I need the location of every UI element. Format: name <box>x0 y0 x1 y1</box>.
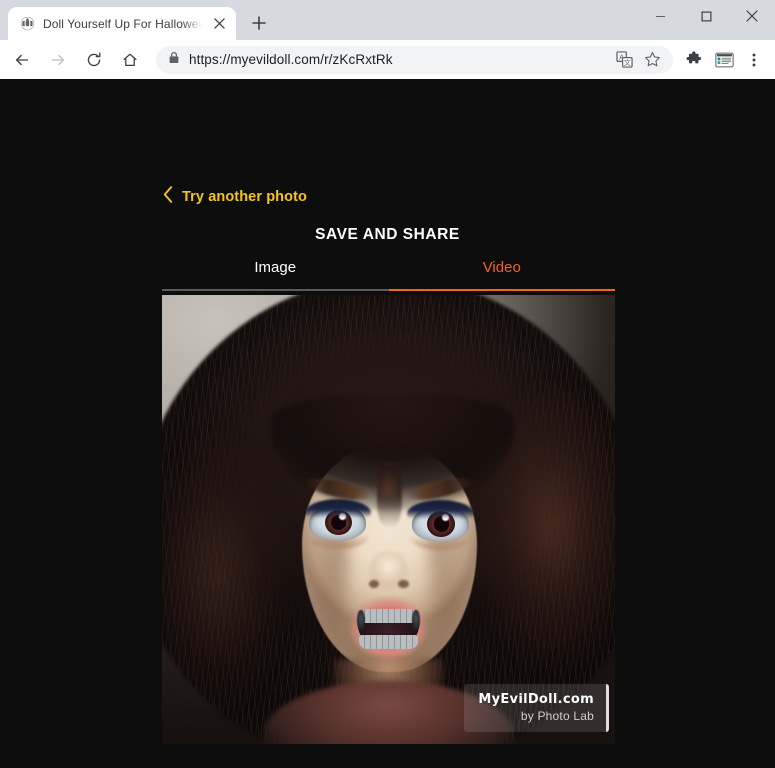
address-bar-url[interactable]: https://myevildoll.com/r/zKcRxtRk <box>189 52 393 67</box>
tab-title: Doll Yourself Up For Halloween <box>43 16 202 31</box>
watermark: MyEvilDoll.com by Photo Lab <box>464 684 609 732</box>
nostril-right <box>398 579 410 588</box>
home-icon[interactable] <box>115 45 145 75</box>
fang-upper-left <box>357 610 365 630</box>
brow-crease <box>370 465 407 511</box>
translate-icon[interactable]: A 文 <box>611 47 637 73</box>
result-media[interactable]: MyEvilDoll.com by Photo Lab <box>162 295 615 744</box>
teeth-lower <box>358 634 418 650</box>
tab-video[interactable]: Video <box>388 259 616 291</box>
window-controls <box>637 0 775 40</box>
watermark-subtitle: by Photo Lab <box>520 709 594 723</box>
profile-list-icon[interactable] <box>710 46 738 74</box>
address-bar-actions: A 文 <box>611 47 665 73</box>
three-dot-menu-icon[interactable] <box>740 46 768 74</box>
teeth-upper <box>358 608 418 624</box>
try-another-photo-link[interactable]: Try another photo <box>163 186 307 207</box>
browser-toolbar: https://myevildoll.com/r/zKcRxtRk A 文 <box>0 40 775 79</box>
lock-icon <box>168 51 180 69</box>
maximize-icon[interactable] <box>683 0 729 32</box>
fang-upper-right <box>412 610 420 630</box>
svg-text:文: 文 <box>623 58 630 67</box>
minimize-icon[interactable] <box>637 0 683 32</box>
watermark-title: MyEvilDoll.com <box>478 692 594 707</box>
page-content: Try another photo SAVE AND SHARE Image V… <box>0 79 775 768</box>
content-tabs: Image Video <box>162 259 615 291</box>
page-title: SAVE AND SHARE <box>315 226 460 243</box>
eye-left <box>304 498 371 549</box>
new-tab-button[interactable] <box>245 9 273 37</box>
reload-icon[interactable] <box>79 45 109 75</box>
browser-tab[interactable]: Doll Yourself Up For Halloween <box>8 7 236 40</box>
puzzle-piece-icon[interactable] <box>680 46 708 74</box>
nostril-left <box>368 579 380 588</box>
window-close-icon[interactable] <box>729 0 775 32</box>
try-another-photo-label: Try another photo <box>182 188 307 205</box>
star-icon[interactable] <box>639 47 665 73</box>
address-bar[interactable]: https://myevildoll.com/r/zKcRxtRk A 文 <box>156 45 673 74</box>
eye-right <box>407 499 474 551</box>
back-arrow-icon[interactable] <box>7 45 37 75</box>
chevron-left-icon <box>163 186 173 207</box>
browser-window: Doll Yourself Up For Halloween https://m… <box>0 0 775 768</box>
globe-icon <box>19 16 35 32</box>
tab-strip: Doll Yourself Up For Halloween <box>0 0 775 40</box>
mouth <box>348 595 429 661</box>
tab-image[interactable]: Image <box>162 259 389 289</box>
forward-arrow-icon <box>43 45 73 75</box>
close-icon[interactable] <box>210 15 228 33</box>
generated-photo: MyEvilDoll.com by Photo Lab <box>162 295 615 744</box>
